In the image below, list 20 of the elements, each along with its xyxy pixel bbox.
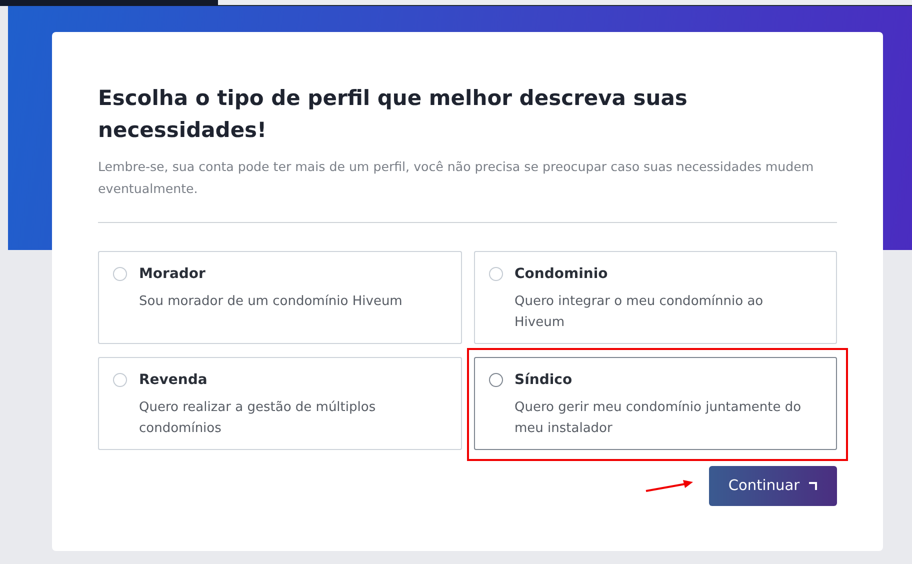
corner-icon	[808, 481, 818, 491]
profile-option[interactable]: Condominio Quero integrar o meu condomínnio ao Hiveum	[474, 251, 837, 344]
option-description: Quero realizar a gestão de múltiplos condomínios	[139, 399, 377, 438]
option-title: Revenda	[139, 371, 208, 389]
subtitle: Lembre-se, sua conta pode ter mais de um perfil, você não precisa se preocupar caso suas necessidades mudem eventualmente.	[98, 158, 815, 198]
radio-button[interactable]	[488, 373, 502, 387]
profile-option[interactable]: Revenda Quero realizar a gestão de múltiplos condomínios	[98, 357, 462, 450]
option-title: Condominio	[514, 265, 609, 283]
profile-option[interactable]: Morador Sou morador de um condomínio Hiveum	[98, 251, 462, 344]
option-description: Sou morador de um condomínio Hiveum	[139, 293, 402, 311]
option-description: Quero integrar o meu condomínnio ao Hiveum	[514, 293, 764, 332]
radio-button[interactable]	[113, 373, 127, 387]
option-title: Morador	[139, 265, 206, 283]
option-title: Síndico	[514, 371, 574, 389]
option-description: Quero gerir meu condomínio juntamente do meu instalador	[514, 399, 802, 438]
continue-button[interactable]: Continuar	[709, 466, 837, 506]
profile-option[interactable]: Síndico Quero gerir meu condomínio juntamente do meu instalador	[474, 357, 837, 450]
radio-button[interactable]	[488, 267, 502, 281]
page-title: Escolha o tipo de perfil que melhor descreva suas necessidades!	[98, 85, 688, 144]
radio-button[interactable]	[113, 267, 127, 281]
